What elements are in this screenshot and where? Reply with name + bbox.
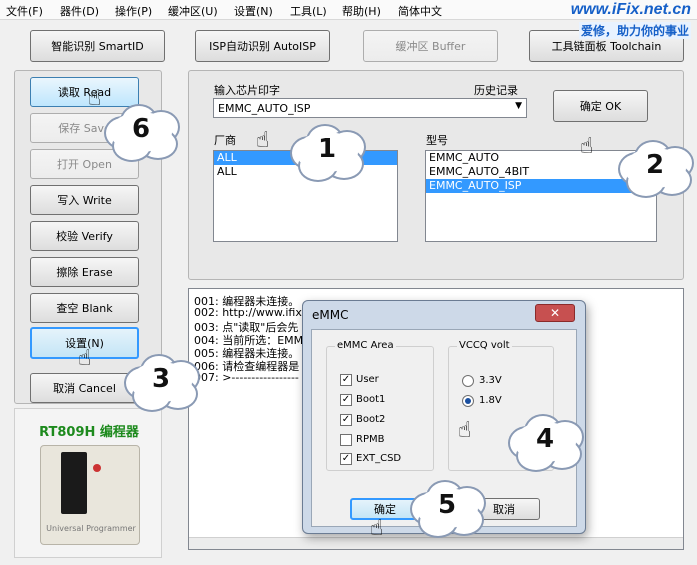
vendor-label: 厂商 xyxy=(214,134,236,147)
boot1-label: Boot1 xyxy=(356,394,386,405)
user-checkbox[interactable]: ✓ xyxy=(340,374,352,386)
callout-number: 4 xyxy=(535,424,555,454)
programmer-caption: Universal Programmer xyxy=(46,524,136,533)
callout-number: 2 xyxy=(645,150,665,180)
brand-slogan: 爱修，助力你的事业 xyxy=(578,22,691,39)
menu-tools[interactable]: 工具(L) xyxy=(290,3,327,19)
hand-pointer-icon: ☝ xyxy=(580,134,594,159)
verify-button[interactable]: 校验 Verify xyxy=(30,221,139,251)
history-label: 历史记录 xyxy=(474,84,518,97)
brand-url: www.iFix.net.cn xyxy=(570,1,691,18)
menu-operation[interactable]: 操作(P) xyxy=(115,3,152,19)
model-label: 型号 xyxy=(426,134,448,147)
menu-buffer[interactable]: 缓冲区(U) xyxy=(168,3,218,19)
callout-5: 5 xyxy=(408,478,486,538)
auto-isp-button[interactable]: ISP自动识别 AutoISP xyxy=(195,30,330,62)
dialog-title: eMMC xyxy=(312,308,349,322)
hand-pointer-icon: ☝ xyxy=(88,86,102,111)
user-label: User xyxy=(356,374,379,385)
rpmb-checkbox[interactable] xyxy=(340,434,352,446)
menu-settings[interactable]: 设置(N) xyxy=(234,3,273,19)
chip-marking-label: 输入芯片印字 xyxy=(214,84,280,97)
volt-1v8-radio[interactable] xyxy=(462,395,474,407)
callout-1: 1 xyxy=(288,122,366,182)
erase-button[interactable]: 擦除 Erase xyxy=(30,257,139,287)
ext-csd-label: EXT_CSD xyxy=(356,453,402,464)
callout-6: 6 xyxy=(102,102,180,162)
callout-3: 3 xyxy=(122,352,200,412)
smart-id-button[interactable]: 智能识别 SmartID xyxy=(30,30,165,62)
write-button[interactable]: 写入 Write xyxy=(30,185,139,215)
hand-pointer-icon: ☝ xyxy=(370,516,384,541)
chip-marking-value: EMMC_AUTO_ISP xyxy=(218,102,311,115)
emmc-area-title: eMMC Area xyxy=(335,340,396,351)
callout-number: 5 xyxy=(437,490,457,520)
volt-1v8-label: 1.8V xyxy=(479,395,502,406)
boot2-checkbox[interactable]: ✓ xyxy=(340,414,352,426)
chevron-down-icon[interactable]: ▼ xyxy=(515,101,522,111)
chip-marking-combobox[interactable]: EMMC_AUTO_ISP ▼ xyxy=(213,98,527,118)
programmer-body: Universal Programmer xyxy=(40,445,140,545)
hand-pointer-icon: ☝ xyxy=(458,418,472,443)
callout-number: 3 xyxy=(151,364,171,394)
menu-file[interactable]: 文件(F) xyxy=(6,3,43,19)
log-line: 007: >----------------- xyxy=(194,371,299,384)
vccq-volt-title: VCCQ volt xyxy=(457,340,512,351)
ext-csd-checkbox[interactable]: ✓ xyxy=(340,453,352,465)
buffer-button[interactable]: 缓冲区 Buffer xyxy=(363,30,498,62)
callout-number: 1 xyxy=(317,134,337,164)
hand-pointer-icon: ☝ xyxy=(78,346,92,371)
rpmb-label: RPMB xyxy=(356,434,385,445)
boot1-checkbox[interactable]: ✓ xyxy=(340,394,352,406)
close-icon[interactable]: ✕ xyxy=(535,304,575,322)
programmer-title: RT809H 编程器 xyxy=(39,425,139,440)
log-line: 002: http://www.ifix.n xyxy=(194,306,313,319)
callout-4: 4 xyxy=(506,412,584,472)
zif-socket xyxy=(61,452,87,514)
hand-pointer-icon: ☝ xyxy=(256,128,270,153)
volt-3v3-radio[interactable] xyxy=(462,375,474,387)
volt-3v3-label: 3.3V xyxy=(479,375,502,386)
menu-language[interactable]: 简体中文 xyxy=(398,3,442,19)
blank-check-button[interactable]: 查空 Blank xyxy=(30,293,139,323)
boot2-label: Boot2 xyxy=(356,414,386,425)
ok-button[interactable]: 确定 OK xyxy=(553,90,648,122)
menu-device[interactable]: 器件(D) xyxy=(60,3,99,19)
programmer-image: RT809H 编程器 Universal Programmer xyxy=(14,408,162,558)
menu-help[interactable]: 帮助(H) xyxy=(342,3,381,19)
callout-2: 2 xyxy=(616,138,694,198)
horizontal-scrollbar[interactable] xyxy=(189,537,683,549)
status-led xyxy=(93,464,101,472)
callout-number: 6 xyxy=(131,114,151,144)
